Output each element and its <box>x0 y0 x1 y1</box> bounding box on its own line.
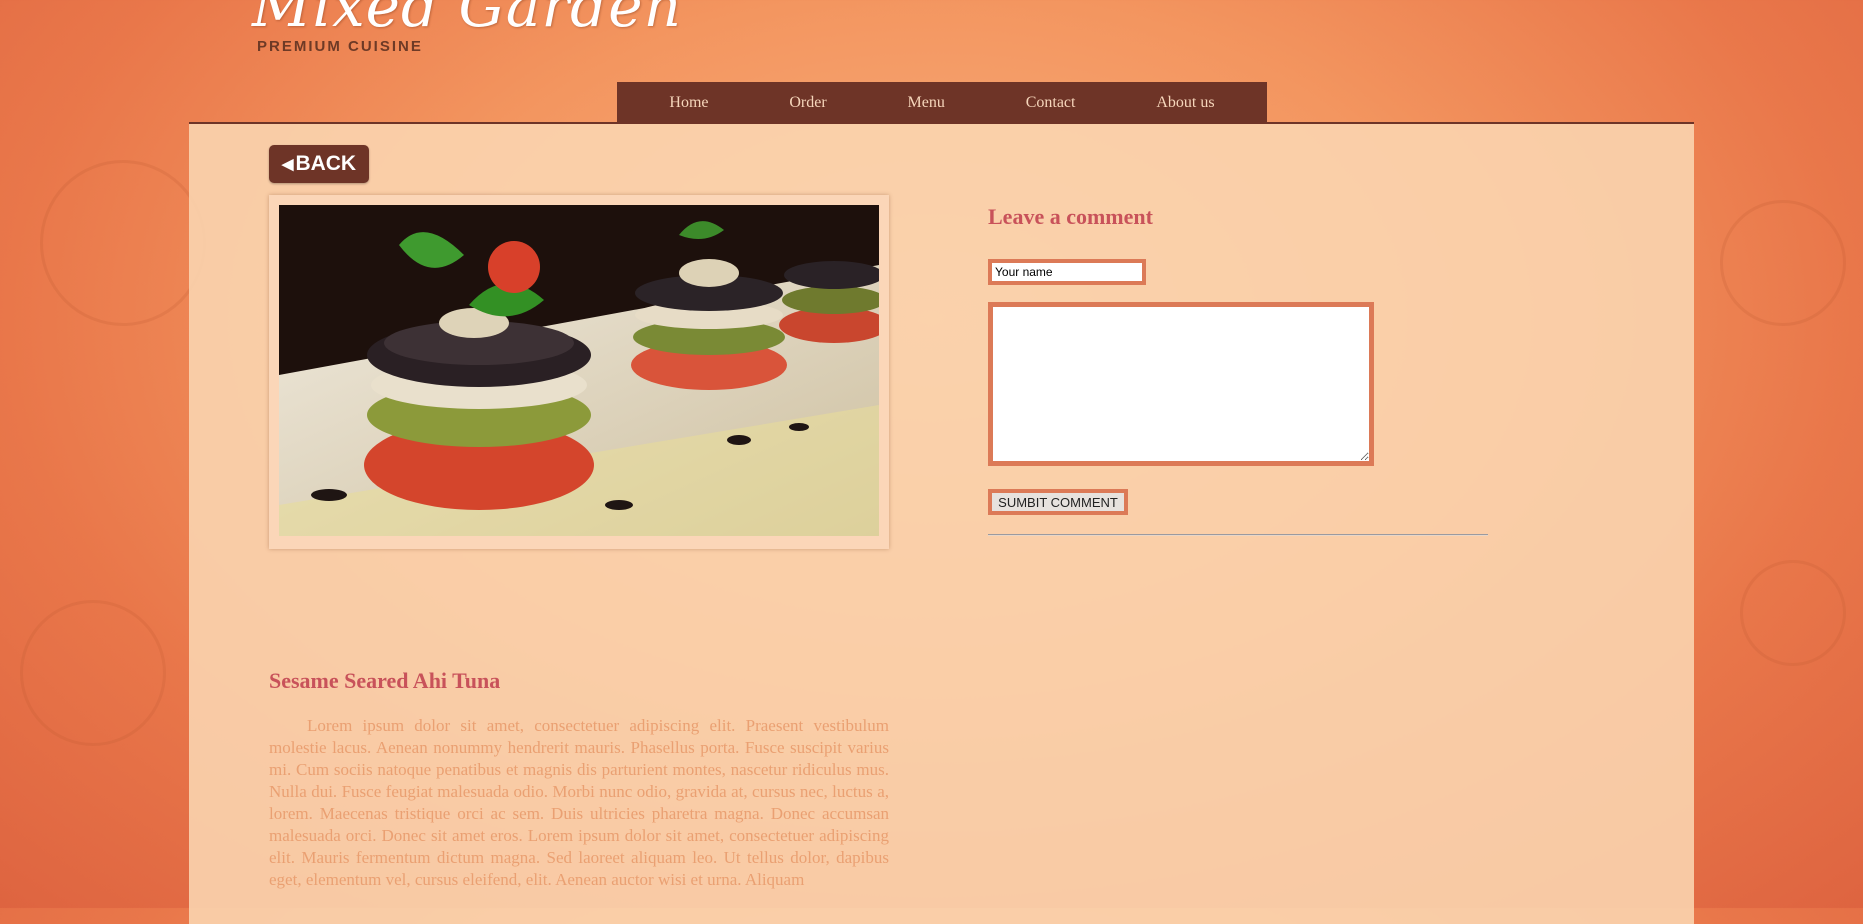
site-tagline: PREMIUM CUISINE <box>257 38 423 55</box>
nav-order[interactable]: Order <box>789 94 826 112</box>
content-panel: ◀ BACK Leave a comment Your name SUMBIT … <box>189 122 1694 924</box>
name-input[interactable] <box>988 259 1146 285</box>
divider <box>988 534 1488 536</box>
triangle-left-icon: ◀ <box>281 156 294 173</box>
background-doodle <box>40 160 206 326</box>
nav-about-us[interactable]: About us <box>1156 94 1214 112</box>
nav-home[interactable]: Home <box>669 94 708 112</box>
site-logo[interactable]: Mixed Garden <box>252 0 682 40</box>
background-doodle <box>1720 200 1846 326</box>
comment-form-title: Leave a comment <box>988 204 1153 229</box>
nav-menu[interactable]: Menu <box>908 94 945 112</box>
dish-photo-frame <box>269 195 889 549</box>
background-doodle <box>1740 560 1846 666</box>
dish-title: Sesame Seared Ahi Tuna <box>269 668 501 693</box>
main-nav: Home Order Menu Contact About us <box>617 82 1267 123</box>
back-button[interactable]: ◀ BACK <box>269 145 369 183</box>
dish-photo <box>279 205 879 536</box>
dish-description: Lorem ipsum dolor sit amet, consectetuer… <box>269 716 889 889</box>
background-doodle <box>20 600 166 746</box>
comment-textarea[interactable] <box>988 302 1374 466</box>
nav-contact[interactable]: Contact <box>1026 94 1076 112</box>
dish-photo-illustration <box>279 205 879 536</box>
back-button-label: BACK <box>295 152 357 175</box>
submit-comment-button[interactable]: SUMBIT COMMENT <box>988 489 1128 515</box>
